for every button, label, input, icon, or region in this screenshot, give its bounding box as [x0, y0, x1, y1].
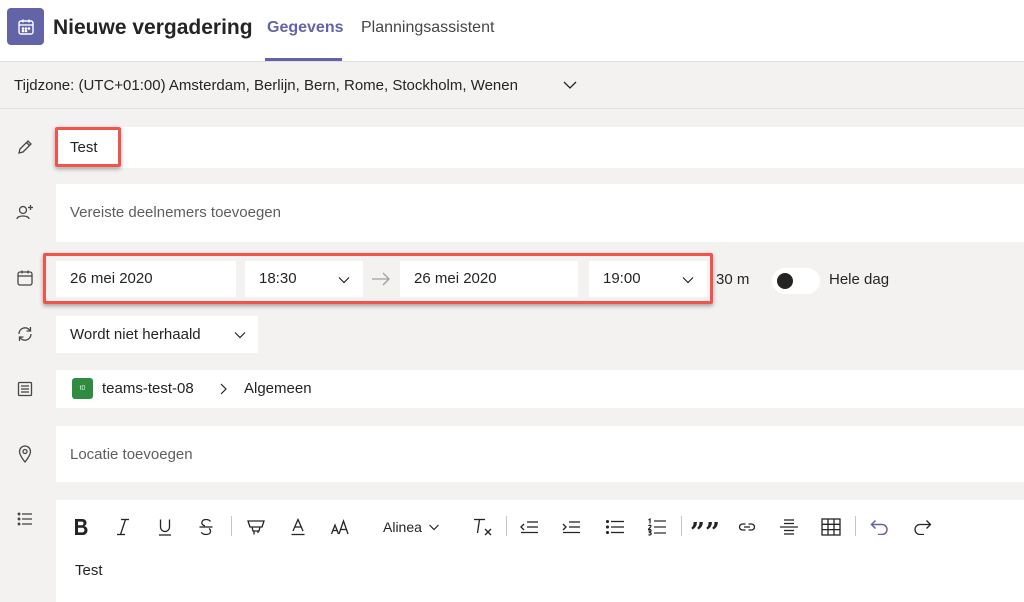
- recurrence-select[interactable]: Wordt niet herhaald: [56, 316, 258, 353]
- highlight-button[interactable]: [245, 515, 267, 539]
- channel-name: Algemeen: [244, 380, 312, 397]
- tab-planningsassistent[interactable]: Planningsassistent: [361, 19, 494, 37]
- team-name: teams-test-08: [102, 380, 194, 397]
- font-color-icon: [291, 518, 305, 536]
- page-title: Nieuwe vergadering: [53, 16, 253, 39]
- numbered-list-button[interactable]: [646, 515, 668, 539]
- bold-icon: [75, 519, 88, 535]
- all-day-toggle[interactable]: [772, 268, 820, 294]
- location-pin-icon: [14, 443, 36, 465]
- paragraph-style-value: Alinea: [383, 519, 422, 535]
- paragraph-style-select[interactable]: Alinea: [383, 515, 445, 539]
- strikethrough-icon: [199, 518, 213, 536]
- table-icon: [821, 518, 841, 536]
- font-size-icon: [330, 519, 349, 535]
- bold-button[interactable]: [71, 515, 91, 539]
- horizontal-rule-icon: [780, 519, 798, 535]
- font-color-button[interactable]: [288, 515, 308, 539]
- bullet-list-icon: [605, 519, 624, 535]
- editor-body-text: Test: [75, 562, 103, 579]
- numbered-list-icon: [647, 518, 666, 536]
- bullet-list-button[interactable]: [604, 515, 626, 539]
- header: Nieuwe vergadering Gegevens Planningsass…: [0, 0, 1024, 62]
- channel-icon: [14, 378, 36, 400]
- location-field[interactable]: Locatie toevoegen: [56, 426, 1024, 482]
- increase-indent-button[interactable]: [560, 515, 582, 539]
- decrease-indent-button[interactable]: [518, 515, 540, 539]
- highlight-title-box: [55, 127, 121, 167]
- calendar-icon: [14, 267, 36, 289]
- redo-icon: [914, 520, 932, 535]
- chevron-down-icon: [428, 524, 439, 531]
- italic-icon: [117, 518, 129, 536]
- quote-button[interactable]: ””: [690, 515, 720, 546]
- recurrence-value: Wordt niet herhaald: [70, 326, 201, 343]
- quote-icon: ””: [690, 518, 720, 548]
- pencil-icon: [14, 136, 36, 158]
- title-field[interactable]: Test: [56, 127, 1024, 168]
- horizontal-rule-button[interactable]: [778, 515, 800, 539]
- toolbar-separator: [855, 516, 856, 536]
- toggle-knob: [777, 273, 793, 289]
- channel-field[interactable]: [56, 370, 1024, 408]
- location-placeholder: Locatie toevoegen: [70, 446, 193, 463]
- font-size-button[interactable]: [329, 515, 351, 539]
- toolbar-separator: [506, 516, 507, 536]
- decrease-indent-icon: [520, 521, 538, 534]
- duration-label: 30 m: [716, 271, 750, 288]
- all-day-label: Hele dag: [829, 271, 890, 288]
- redo-button[interactable]: [911, 515, 933, 539]
- attendees-field[interactable]: Vereiste deelnemers toevoegen: [56, 184, 1024, 242]
- toolbar-separator: [681, 516, 682, 536]
- increase-indent-icon: [562, 521, 580, 534]
- underline-button[interactable]: [155, 515, 175, 539]
- chevron-down-icon: [563, 81, 577, 89]
- chevron-down-icon: [234, 332, 246, 339]
- clear-formatting-icon: [474, 518, 492, 536]
- undo-icon: [870, 519, 888, 535]
- link-icon: [738, 523, 756, 531]
- insert-table-button[interactable]: [820, 515, 842, 539]
- bullet-list-icon: [14, 508, 36, 530]
- team-badge: t0: [72, 378, 93, 399]
- calendar-app-icon: [7, 8, 44, 45]
- timezone-bar[interactable]: Tijdzone: (UTC+01:00) Amsterdam, Berlijn…: [0, 62, 1024, 109]
- strikethrough-button[interactable]: [196, 515, 216, 539]
- highlight-datetime-box: [43, 253, 713, 304]
- clear-formatting-button[interactable]: [471, 515, 493, 539]
- timezone-label: Tijdzone: (UTC+01:00) Amsterdam, Berlijn…: [14, 77, 518, 94]
- toolbar-separator: [231, 516, 232, 536]
- repeat-icon: [14, 323, 36, 345]
- undo-button[interactable]: [869, 515, 891, 539]
- link-button[interactable]: [736, 515, 758, 539]
- highlighter-icon: [247, 520, 265, 535]
- tab-gegevens[interactable]: Gegevens: [267, 19, 343, 37]
- attendees-placeholder: Vereiste deelnemers toevoegen: [70, 204, 281, 221]
- underline-icon: [159, 519, 171, 536]
- chevron-right-icon: [220, 383, 227, 395]
- add-person-icon: [14, 201, 36, 223]
- active-tab-indicator: [265, 58, 342, 61]
- italic-button[interactable]: [113, 515, 133, 539]
